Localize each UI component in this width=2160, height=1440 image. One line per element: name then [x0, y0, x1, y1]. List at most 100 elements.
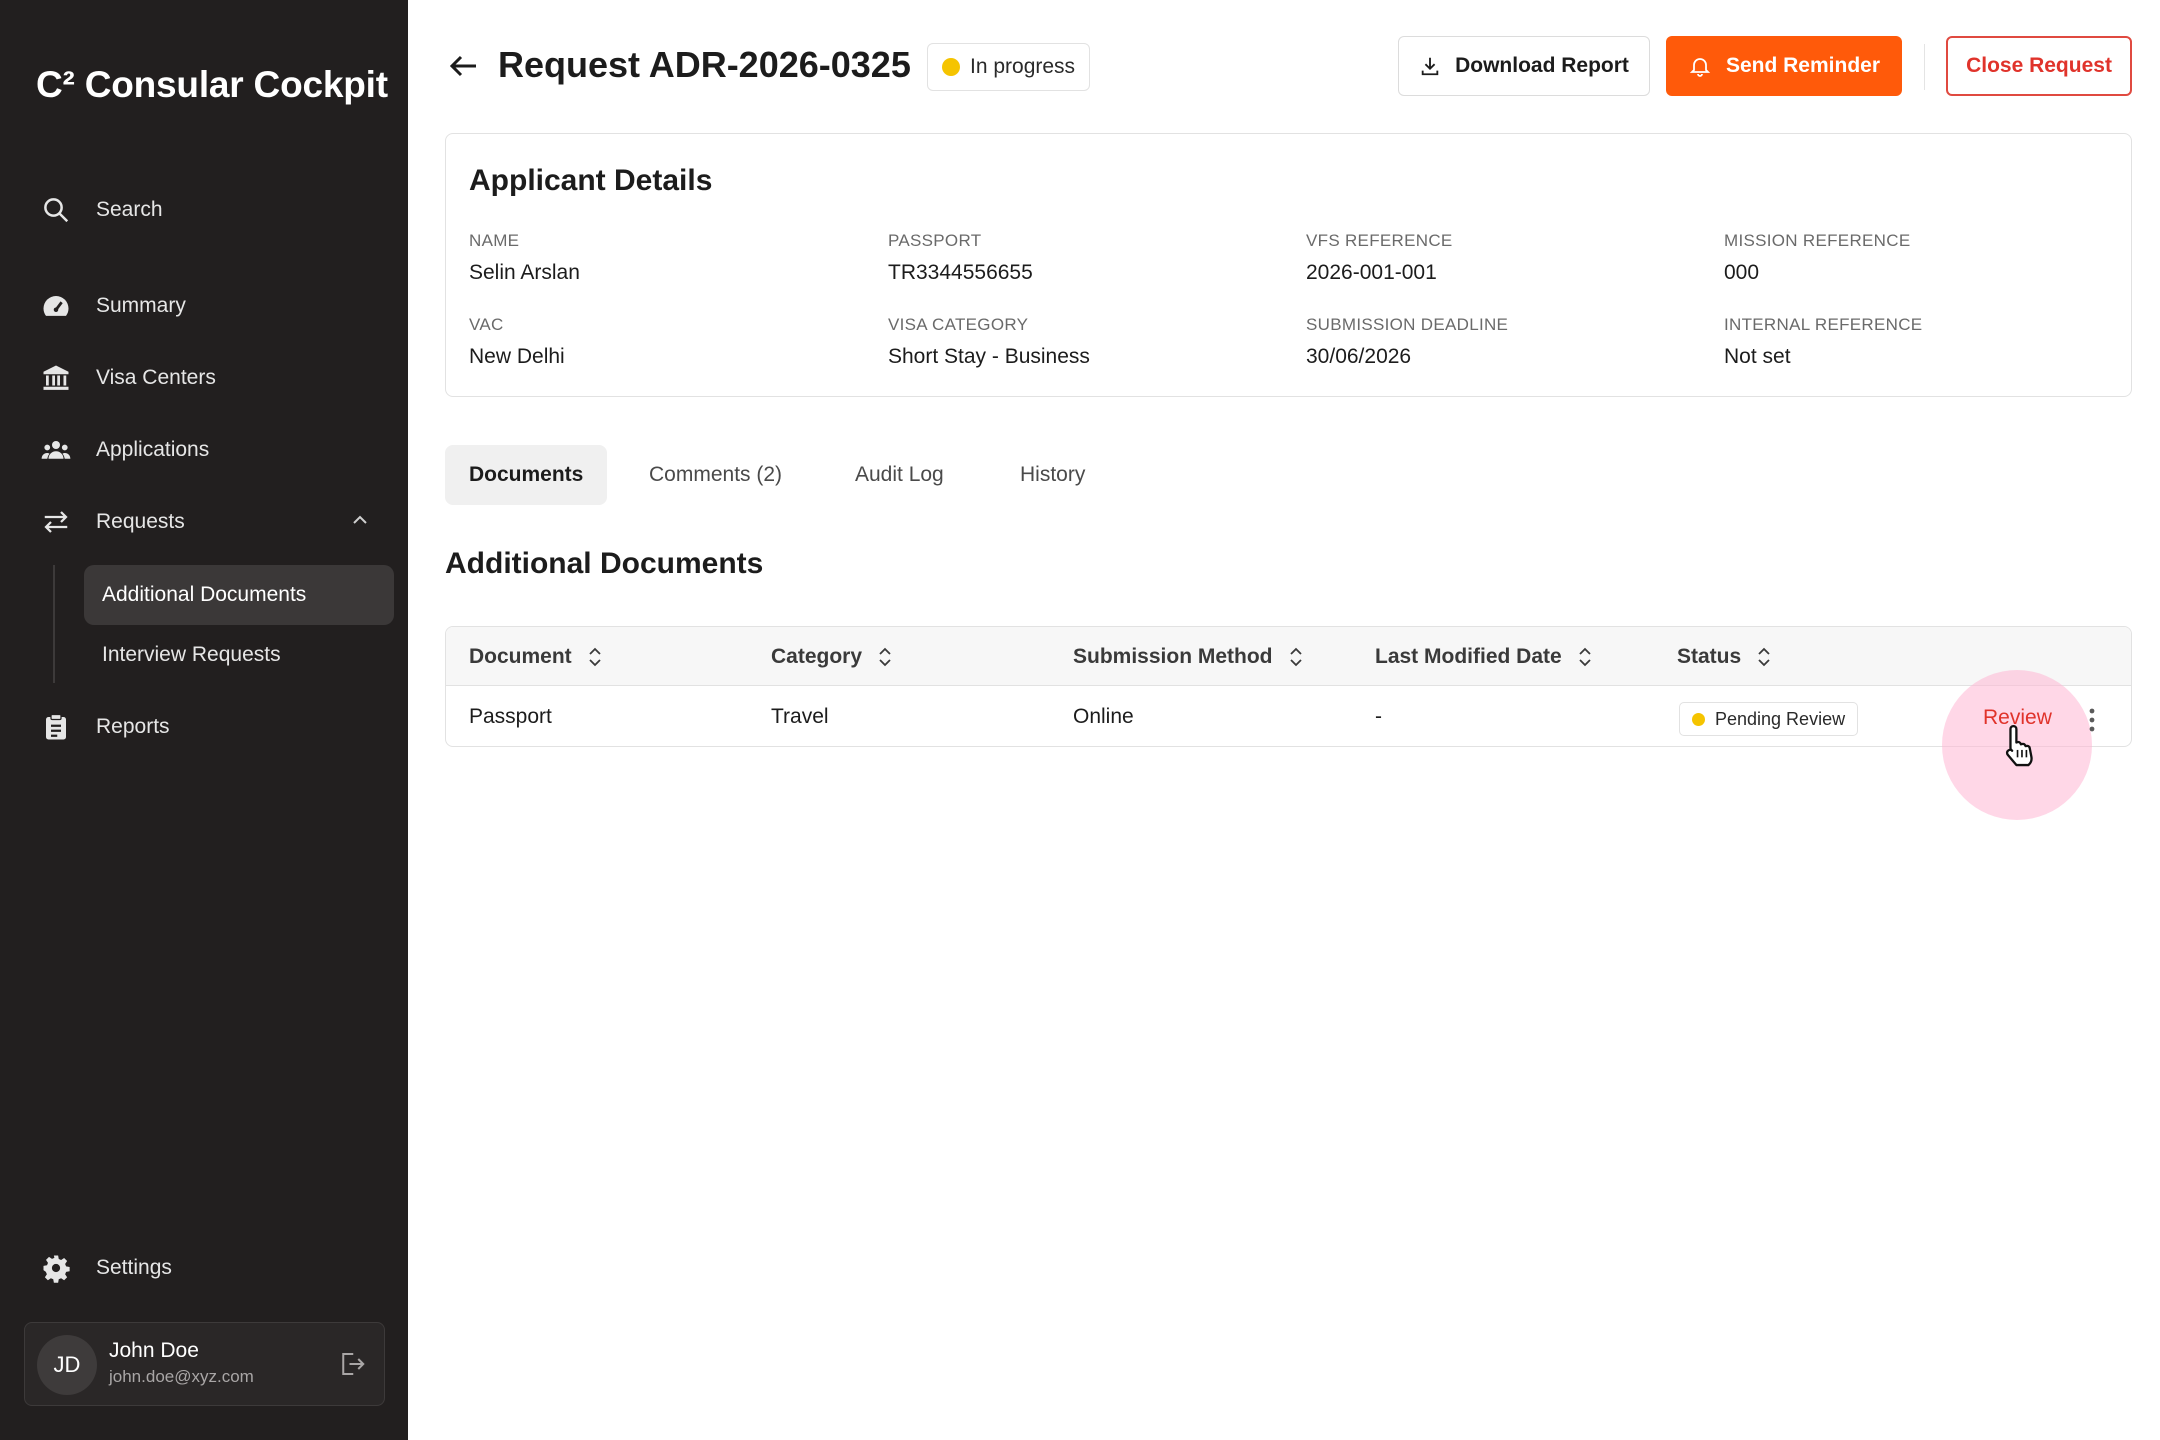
- sort-icon: [1758, 647, 1770, 666]
- field-name: NAME Selin Arslan: [469, 231, 869, 285]
- gauge-icon: [40, 290, 72, 322]
- status-badge: In progress: [927, 43, 1091, 91]
- field-label: NAME: [469, 231, 520, 250]
- field-label: VFS REFERENCE: [1306, 231, 1453, 250]
- status-dot-icon: [1692, 712, 1705, 726]
- status-label: In progress: [970, 55, 1076, 78]
- submenu-line: [53, 565, 55, 683]
- cell-category: Travel: [771, 705, 829, 728]
- sidebar-item-label: Visa Centers: [96, 366, 216, 389]
- field-mission-reference: MISSION REFERENCE 000: [1724, 231, 2124, 285]
- field-label: VAC: [469, 315, 504, 334]
- column-header-status[interactable]: Status: [1677, 627, 1773, 686]
- status-badge: Pending Review: [1679, 702, 1859, 736]
- sidebar-item-label: Applications: [96, 438, 210, 461]
- sidebar-item-visa-centers[interactable]: Visa Centers: [40, 348, 216, 408]
- cell-document: Passport: [469, 705, 552, 728]
- sidebar-item-label: Settings: [96, 1256, 172, 1279]
- field-value: Short Stay - Business: [888, 345, 1090, 368]
- tab-audit-log[interactable]: Audit Log: [831, 445, 968, 505]
- download-icon: [1421, 57, 1439, 76]
- download-report-button[interactable]: Download Report: [1398, 36, 1650, 96]
- app-brand: C² Consular Cockpit: [36, 64, 388, 105]
- download-report-label: Download Report: [1455, 54, 1629, 77]
- sidebar-item-label: Summary: [96, 294, 186, 317]
- field-label: INTERNAL REFERENCE: [1724, 315, 1923, 334]
- field-value: 30/06/2026: [1306, 345, 1412, 368]
- field-value: Selin Arslan: [469, 261, 580, 284]
- sort-icon: [1579, 647, 1591, 666]
- field-value: 000: [1724, 261, 1760, 284]
- field-label: PASSPORT: [888, 231, 982, 250]
- back-arrow-icon[interactable]: [446, 48, 482, 84]
- people-icon: [40, 434, 72, 466]
- field-vfs-reference: VFS REFERENCE 2026-001-001: [1306, 231, 1706, 285]
- column-label: Category: [771, 644, 863, 668]
- column-header-category[interactable]: Category: [771, 627, 894, 686]
- bell-icon: [1689, 58, 1711, 77]
- clipboard-icon: [40, 711, 72, 743]
- gear-icon: [40, 1252, 72, 1284]
- field-label: MISSION REFERENCE: [1724, 231, 1911, 250]
- sidebar-subitem-additional-documents[interactable]: Additional Documents: [84, 565, 394, 625]
- hand-cursor-icon: [2005, 724, 2033, 767]
- send-reminder-button[interactable]: Send Reminder: [1666, 36, 1902, 96]
- cell-method: Online: [1073, 705, 1134, 728]
- avatar: JD: [37, 1335, 97, 1395]
- sidebar-item-label: Search: [96, 198, 163, 221]
- close-request-button[interactable]: Close Request: [1946, 36, 2132, 96]
- sort-icon: [1289, 647, 1302, 666]
- sort-icon: [879, 647, 891, 666]
- table-header: Document Category Submission Method Last…: [446, 627, 2131, 686]
- field-internal-reference: INTERNAL REFERENCE Not set: [1724, 315, 2124, 369]
- column-header-document[interactable]: Document: [469, 627, 604, 686]
- sidebar-item-reports[interactable]: Reports: [40, 697, 170, 757]
- column-label: Submission Method: [1073, 644, 1273, 668]
- column-header-last-modified[interactable]: Last Modified Date: [1375, 627, 1594, 686]
- sidebar-item-label: Requests: [96, 510, 185, 533]
- documents-table: Document Category Submission Method Last…: [445, 626, 2132, 747]
- sort-icon: [589, 647, 601, 666]
- sidebar: C² Consular Cockpit Search Summary Visa …: [0, 0, 408, 1440]
- field-submission-deadline: SUBMISSION DEADLINE 30/06/2026: [1306, 315, 1706, 369]
- field-passport: PASSPORT TR3344556655: [888, 231, 1288, 285]
- tab-history[interactable]: History: [996, 445, 1109, 505]
- user-email: john.doe@xyz.com: [109, 1367, 254, 1386]
- field-value: New Delhi: [469, 345, 565, 368]
- chevron-up-icon[interactable]: [348, 508, 372, 532]
- kebab-menu-icon[interactable]: [2084, 706, 2100, 734]
- search-icon: [40, 194, 72, 226]
- tab-comments[interactable]: Comments (2): [625, 445, 806, 505]
- user-card[interactable]: JD John Doe john.doe@xyz.com: [24, 1322, 385, 1406]
- sidebar-item-settings[interactable]: Settings: [40, 1238, 172, 1298]
- field-value: TR3344556655: [888, 261, 1033, 284]
- sidebar-item-search[interactable]: Search: [40, 180, 163, 240]
- column-label: Last Modified Date: [1375, 644, 1562, 668]
- column-header-submission-method[interactable]: Submission Method: [1073, 627, 1305, 686]
- cell-modified: -: [1375, 705, 1382, 728]
- sidebar-subitem-interview-requests[interactable]: Interview Requests: [84, 625, 394, 685]
- field-visa-category: VISA CATEGORY Short Stay - Business: [888, 315, 1288, 369]
- sidebar-item-label: Reports: [96, 715, 170, 738]
- logout-icon[interactable]: [337, 1349, 367, 1379]
- field-label: SUBMISSION DEADLINE: [1306, 315, 1509, 334]
- bank-icon: [40, 362, 72, 394]
- applicant-details-card: Applicant Details NAME Selin Arslan PASS…: [445, 133, 2132, 397]
- applicant-details-title: Applicant Details: [469, 164, 713, 197]
- field-label: VISA CATEGORY: [888, 315, 1029, 334]
- section-title: Additional Documents: [445, 547, 764, 580]
- field-value: Not set: [1724, 345, 1791, 368]
- sidebar-item-summary[interactable]: Summary: [40, 276, 186, 336]
- field-vac: VAC New Delhi: [469, 315, 869, 369]
- tab-documents[interactable]: Documents: [445, 445, 608, 505]
- page-title: Request ADR-2026-0325: [498, 44, 911, 85]
- column-label: Status: [1677, 644, 1742, 668]
- sidebar-item-requests[interactable]: Requests: [40, 492, 185, 552]
- swap-arrows-icon: [40, 506, 72, 538]
- clock-status-icon: [942, 58, 960, 76]
- sidebar-item-applications[interactable]: Applications: [40, 420, 209, 480]
- send-reminder-label: Send Reminder: [1725, 54, 1881, 77]
- status-label: Pending Review: [1715, 708, 1846, 729]
- header-divider: [1924, 44, 1925, 90]
- field-value: 2026-001-001: [1306, 261, 1437, 284]
